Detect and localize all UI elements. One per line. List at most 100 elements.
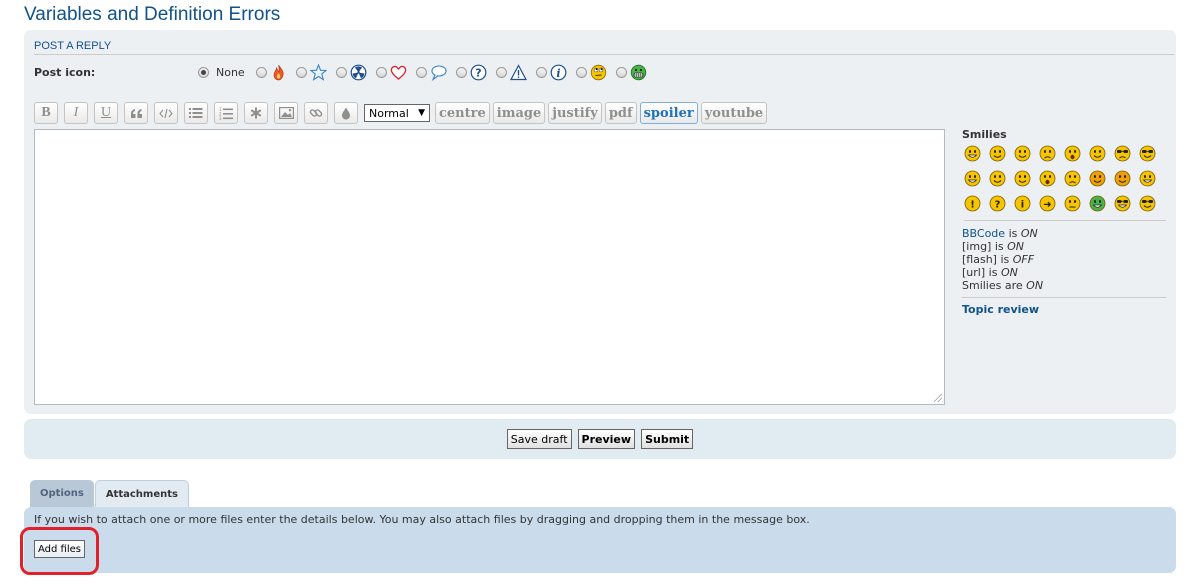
smiley-roll-icon[interactable] — [1139, 170, 1156, 187]
smiley-cool-icon[interactable] — [1139, 145, 1156, 162]
smiley-frown-icon[interactable] — [1039, 145, 1056, 162]
svg-text:i: i — [556, 66, 560, 79]
smiley-wink-icon[interactable] — [1014, 145, 1031, 162]
submit-panel: Save draft Preview Submit — [24, 419, 1176, 459]
post-icon-radio-warning[interactable] — [495, 66, 507, 78]
post-icon-row: None ? i — [198, 63, 656, 81]
flash-is: is — [1000, 253, 1010, 266]
url-label: [url] — [962, 266, 986, 279]
font-size-select[interactable]: Normal ▼ — [364, 104, 430, 122]
smiley-uber-geek-icon[interactable] — [1139, 195, 1156, 212]
smiley-smile-icon[interactable] — [989, 145, 1006, 162]
spoiler-button[interactable]: spoiler — [639, 102, 698, 124]
bbcode-help-link[interactable]: BBCode — [962, 227, 1005, 240]
bbcode-status-line: BBCode is ON — [962, 227, 1166, 240]
preview-button[interactable]: Preview — [577, 429, 636, 449]
post-icon-radio-star[interactable] — [295, 66, 307, 78]
post-icon-radio-radioactive[interactable] — [335, 66, 347, 78]
star-icon[interactable] — [309, 63, 327, 81]
svg-text:!: ! — [970, 200, 975, 211]
image-bbcode-button[interactable]: image — [492, 102, 546, 124]
post-icon-radio-heart[interactable] — [375, 66, 387, 78]
smilies-title: Smilies — [962, 128, 1007, 141]
post-icon-radio-fire[interactable] — [255, 66, 267, 78]
post-icon-radio-none[interactable] — [198, 66, 209, 78]
image-button[interactable] — [274, 102, 298, 124]
color-button[interactable] — [334, 102, 358, 124]
post-icon-none-label: None — [216, 65, 245, 79]
speech-bubble-icon[interactable] — [430, 64, 447, 81]
formatting-toolbar: B I U 123 Normal ▼ centre image justify … — [34, 102, 770, 124]
post-icon-radio-question[interactable] — [455, 66, 467, 78]
reply-heading: POST A REPLY — [34, 40, 1174, 55]
youtube-button[interactable]: youtube — [700, 102, 768, 124]
svg-text:?: ? — [475, 66, 481, 79]
url-status-line: [url] is ON — [962, 266, 1166, 279]
bbcode-is: is — [1008, 227, 1018, 240]
smiley-geek-icon[interactable] — [1114, 195, 1131, 212]
question-icon[interactable]: ? — [470, 64, 487, 81]
save-draft-button[interactable]: Save draft — [506, 429, 572, 449]
code-button[interactable] — [154, 102, 178, 124]
underline-button[interactable]: U — [94, 102, 118, 124]
smiley-question-icon[interactable]: ? — [989, 195, 1006, 212]
smiley-arrow-icon[interactable]: ➜ — [1039, 195, 1056, 212]
message-textarea[interactable] — [34, 129, 945, 405]
smiley-green-icon[interactable] — [1089, 195, 1106, 212]
smiley-cool-sad-icon[interactable] — [1114, 145, 1131, 162]
smiley-grin-icon[interactable] — [964, 145, 981, 162]
list-item-button[interactable] — [244, 102, 268, 124]
smilies-grid: !? i ➜ — [964, 145, 1166, 221]
italic-button[interactable]: I — [64, 102, 88, 124]
page-title: Variables and Definition Errors — [24, 4, 281, 25]
pdf-button[interactable]: pdf — [604, 102, 637, 124]
dropdown-arrow-icon: ▼ — [418, 108, 425, 118]
smiley-laugh-icon[interactable] — [964, 170, 981, 187]
quote-button[interactable] — [124, 102, 148, 124]
smiley-mad-icon[interactable] — [989, 170, 1006, 187]
smiley-shock-icon[interactable] — [1064, 145, 1081, 162]
bold-button[interactable]: B — [34, 102, 58, 124]
flash-status-line: [flash] is OFF — [962, 253, 1166, 266]
grin-icon[interactable] — [630, 64, 647, 81]
justify-button[interactable]: justify — [548, 102, 602, 124]
post-icon-radio-info[interactable] — [535, 66, 547, 78]
link-button[interactable] — [304, 102, 328, 124]
smiley-idea-icon[interactable]: i — [1014, 195, 1031, 212]
reply-panel: POST A REPLY Post icon: None ? i B I U 1… — [24, 30, 1176, 414]
img-state: ON — [1007, 240, 1025, 253]
post-icon-radio-rolling-eyes[interactable] — [575, 66, 587, 78]
smiley-evil-icon[interactable] — [1089, 170, 1106, 187]
numbered-list-button[interactable]: 123 — [214, 102, 238, 124]
smiley-razz-icon[interactable] — [1014, 170, 1031, 187]
svg-text:?: ? — [995, 200, 1001, 211]
rolling-eyes-icon[interactable] — [590, 64, 607, 81]
heart-icon[interactable] — [390, 64, 407, 81]
asterisk-icon — [250, 107, 262, 119]
topic-review-link[interactable]: Topic review — [962, 303, 1166, 316]
smiley-twisted-icon[interactable] — [1114, 170, 1131, 187]
font-size-value: Normal — [369, 106, 409, 120]
smiley-exclaim-icon[interactable]: ! — [964, 195, 981, 212]
smiley-cry-icon[interactable] — [1064, 170, 1081, 187]
list-button[interactable] — [184, 102, 208, 124]
smiley-confused-icon[interactable] — [1089, 145, 1106, 162]
warning-icon[interactable] — [509, 63, 527, 81]
editor-tabs: Options Attachments — [30, 480, 190, 507]
smilies-sidebar: Smilies !? i ➜ BBCode is ON [img] is ON [f… — [962, 128, 1166, 316]
tab-options[interactable]: Options — [30, 480, 94, 507]
post-icon-radio-speech[interactable] — [415, 66, 427, 78]
post-icon-radio-grin[interactable] — [615, 66, 627, 78]
fire-icon[interactable] — [270, 64, 287, 81]
smiley-oops-icon[interactable] — [1039, 170, 1056, 187]
smiley-neutral-icon[interactable] — [1064, 195, 1081, 212]
svg-text:3: 3 — [219, 116, 222, 120]
info-icon[interactable]: i — [550, 64, 567, 81]
img-status-line: [img] is ON — [962, 240, 1166, 253]
resize-grip[interactable] — [934, 394, 942, 402]
submit-button[interactable]: Submit — [641, 429, 694, 449]
radioactive-icon[interactable] — [350, 64, 367, 81]
centre-button[interactable]: centre — [435, 102, 490, 124]
tab-attachments[interactable]: Attachments — [94, 480, 189, 507]
underline-label: U — [100, 105, 112, 120]
